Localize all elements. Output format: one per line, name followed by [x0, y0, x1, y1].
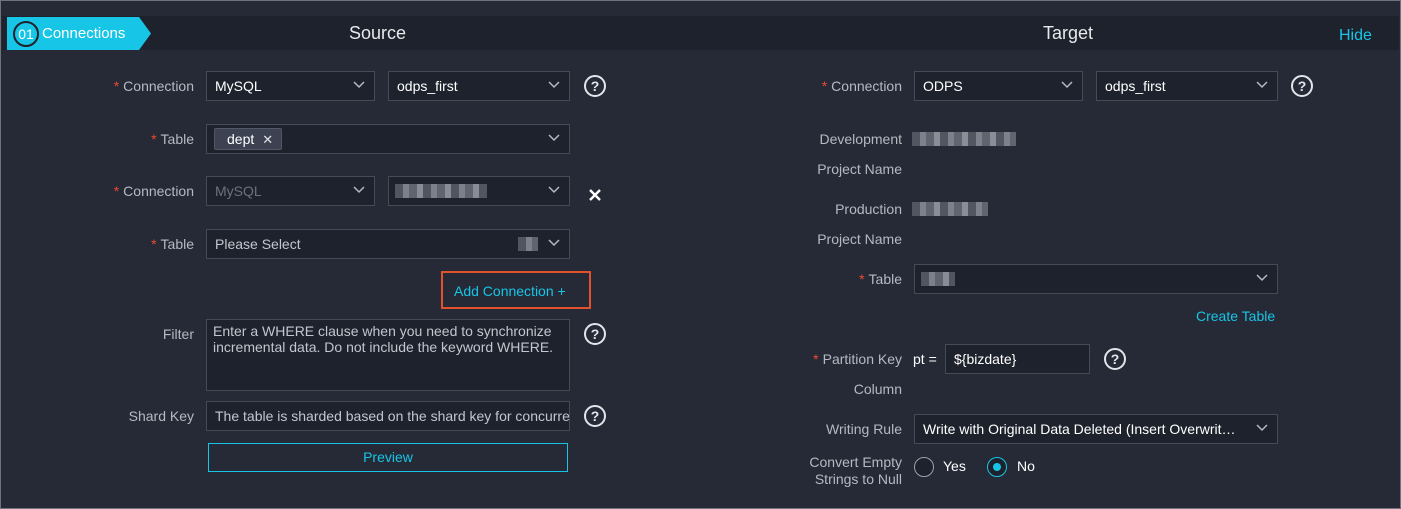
target-connection-label: * Connection: [821, 78, 902, 94]
chevron-down-icon: [548, 186, 560, 194]
writing-rule-select[interactable]: Write with Original Data Deleted (Insert…: [914, 414, 1278, 444]
prod-project-label-line2: Project Name: [817, 231, 902, 247]
dev-project-label-line2: Project Name: [817, 161, 902, 177]
writing-rule-label: Writing Rule: [826, 421, 902, 437]
source-connection-type-select[interactable]: MySQL: [206, 71, 375, 101]
chevron-down-icon: [548, 239, 560, 247]
chevron-down-icon: [353, 81, 365, 89]
partition-prefix: pt =: [913, 351, 937, 367]
convert-empty-label-line2: Strings to Null: [814, 471, 902, 487]
chevron-down-icon: [1256, 424, 1268, 432]
chevron-down-icon: [353, 186, 365, 194]
step-indicator: 01 Connections: [7, 17, 151, 50]
source-table-2-select[interactable]: Please Select: [206, 229, 570, 259]
help-icon[interactable]: ?: [1104, 348, 1126, 370]
source-table-2-label: * Table: [151, 236, 194, 252]
convert-empty-label-line1: Convert Empty: [809, 454, 902, 470]
preview-button[interactable]: Preview: [208, 443, 568, 472]
redacted-value: [921, 272, 955, 286]
remove-connection-icon[interactable]: [588, 188, 602, 202]
source-table-label: * Table: [151, 131, 194, 147]
hide-link[interactable]: Hide: [1339, 16, 1372, 56]
remove-tag-icon[interactable]: ✕: [262, 132, 273, 147]
source-title: Source: [349, 23, 407, 43]
target-table-label: * Table: [859, 271, 902, 287]
panel-header: [2, 16, 1399, 50]
dev-project-label-line1: Development: [819, 131, 903, 147]
dev-project-value: [912, 132, 1016, 146]
filter-label: Filter: [162, 326, 194, 342]
radio-no[interactable]: [987, 457, 1007, 477]
prod-project-label-line1: Production: [835, 201, 902, 217]
redacted-value: [395, 184, 487, 198]
table-tag: dept ✕: [214, 128, 283, 150]
partition-key-label-line1: * Partition Key: [813, 351, 902, 367]
shard-key-label: Shard Key: [128, 408, 194, 424]
connections-panel: 01 Connections Source Target Hide * Conne…: [0, 0, 1401, 509]
radio-no-label: No: [1017, 458, 1035, 474]
help-icon[interactable]: ?: [584, 323, 606, 345]
add-connection-link[interactable]: Add Connection +: [454, 282, 566, 300]
radio-yes-label: Yes: [943, 458, 966, 474]
source-connection-2-label: * Connection: [113, 183, 194, 199]
source-connection-2-type-select[interactable]: MySQL: [206, 176, 375, 206]
source-table-select[interactable]: dept ✕: [206, 124, 570, 154]
chevron-down-icon: [1061, 81, 1073, 89]
loading-spinner: [518, 237, 538, 251]
help-icon[interactable]: ?: [1291, 75, 1313, 97]
partition-key-label-line2: Column: [853, 381, 902, 397]
filter-textarea[interactable]: Enter a WHERE clause when you need to sy…: [206, 319, 570, 391]
chevron-down-icon: [548, 81, 560, 89]
radio-yes[interactable]: [914, 457, 934, 477]
target-title: Target: [1043, 23, 1094, 43]
source-connection-name-select[interactable]: odps_first: [388, 71, 570, 101]
target-table-select[interactable]: [914, 264, 1278, 294]
partition-value-input[interactable]: ${bizdate}: [945, 344, 1090, 374]
chevron-down-icon: [1256, 81, 1268, 89]
target-connection-name-select[interactable]: odps_first: [1096, 71, 1278, 101]
prod-project-value: [912, 202, 988, 216]
step-number: 01: [13, 21, 39, 47]
source-connection-label: * Connection: [113, 78, 194, 94]
source-connection-2-name-select[interactable]: [388, 176, 570, 206]
shard-key-input[interactable]: The table is sharded based on the shard …: [206, 401, 570, 431]
help-icon[interactable]: ?: [584, 405, 606, 427]
target-connection-type-select[interactable]: ODPS: [914, 71, 1083, 101]
chevron-down-icon: [1256, 274, 1268, 282]
chevron-down-icon: [548, 134, 560, 142]
step-label: Connections: [42, 25, 126, 42]
create-table-link[interactable]: Create Table: [1196, 307, 1275, 325]
help-icon[interactable]: ?: [584, 75, 606, 97]
